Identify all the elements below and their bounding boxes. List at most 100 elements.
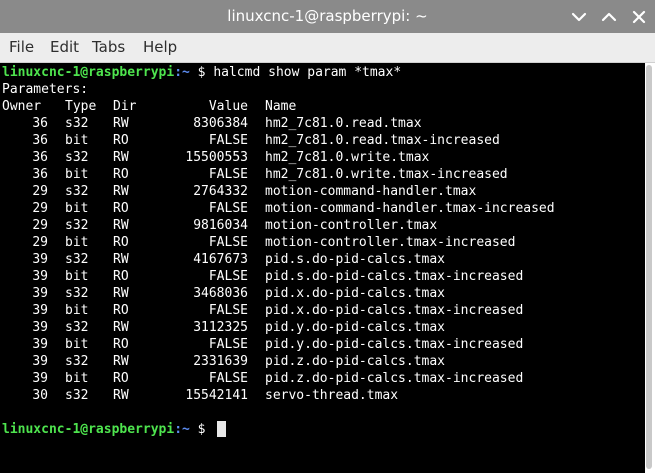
minimize-button[interactable] — [567, 5, 591, 29]
header-owner: Owner — [2, 99, 42, 114]
cell-owner: 39 — [32, 269, 48, 284]
cell-type: s32 — [65, 286, 89, 301]
table-row: 29 s32 RW 2764332 motion-command-handler.tma… — [0, 183, 645, 200]
menu-help[interactable]: Help — [143, 33, 177, 63]
cell-type: s32 — [65, 252, 89, 267]
menu-bar: File Edit Tabs Help — [0, 33, 655, 63]
cell-value: FALSE — [208, 337, 248, 352]
cell-type: bit — [65, 133, 89, 148]
prompt-path: :~ — [174, 65, 190, 80]
cell-value: FALSE — [208, 167, 248, 182]
cell-owner: 39 — [32, 286, 48, 301]
cell-type: s32 — [65, 388, 89, 403]
table-row: 39 bit RO FALSE pid.x.do-pid-calcs.tmax-incr… — [0, 302, 645, 319]
cell-dir: RO — [113, 235, 129, 250]
cell-type: bit — [65, 235, 89, 250]
cell-dir: RW — [113, 320, 129, 335]
table-row: 36 s32 RW 15500553 hm2_7c81.0.write.tmax — [0, 149, 645, 166]
header-value: Value — [208, 99, 248, 114]
cell-owner: 39 — [32, 303, 48, 318]
cell-owner: 29 — [32, 201, 48, 216]
table-row: 39 bit RO FALSE pid.y.do-pid-calcs.tmax-incr… — [0, 336, 645, 353]
terminal-window: linuxcnc-1@raspberrypi: ~ File Edit Tabs… — [0, 0, 655, 473]
table-row: 36 bit RO FALSE hm2_7c81.0.write.tmax-increa… — [0, 166, 645, 183]
cell-name: pid.x.do-pid-calcs.tmax — [265, 286, 446, 301]
cell-value: 3112325 — [193, 320, 248, 335]
cell-dir: RO — [113, 133, 129, 148]
cell-name: motion-command-handler.tmax — [265, 184, 477, 199]
maximize-button[interactable] — [597, 5, 621, 29]
prompt-symbol: $ — [189, 65, 206, 80]
chevron-up-icon — [601, 12, 617, 22]
menu-edit[interactable]: Edit — [50, 33, 79, 63]
command-text: halcmd show param *tmax* — [205, 65, 402, 80]
cell-owner: 29 — [32, 218, 48, 233]
cell-value: FALSE — [208, 303, 248, 318]
title-bar[interactable]: linuxcnc-1@raspberrypi: ~ — [0, 0, 655, 33]
header-type: Type — [65, 99, 97, 114]
cell-name: pid.y.do-pid-calcs.tmax-increased — [265, 337, 524, 352]
cell-name: motion-controller.tmax-increased — [265, 235, 516, 250]
cell-name: hm2_7c81.0.write.tmax — [265, 150, 430, 165]
table-row: 39 s32 RW 3468036 pid.x.do-pid-calcs.tmax — [0, 285, 645, 302]
menu-tabs[interactable]: Tabs — [92, 33, 125, 63]
header-name: Name — [265, 99, 297, 114]
cell-value: FALSE — [208, 201, 248, 216]
cell-type: s32 — [65, 218, 89, 233]
cell-value: 4167673 — [193, 252, 248, 267]
cell-dir: RO — [113, 167, 129, 182]
cell-dir: RO — [113, 303, 129, 318]
scrollbar[interactable] — [645, 63, 655, 473]
scrollbar-thumb[interactable] — [646, 65, 652, 469]
cell-owner: 36 — [32, 150, 48, 165]
table-row: 29 s32 RW 9816034 motion-controller.tmax — [0, 217, 645, 234]
table-row: 29 bit RO FALSE motion-controller.tmax-incre… — [0, 234, 645, 251]
cell-value: 9816034 — [193, 218, 248, 233]
cell-dir: RW — [113, 252, 129, 267]
close-button[interactable] — [627, 5, 651, 29]
cell-owner: 39 — [32, 252, 48, 267]
cell-name: pid.z.do-pid-calcs.tmax-increased — [265, 371, 524, 386]
cell-value: 15542141 — [185, 388, 248, 403]
terminal-output[interactable]: linuxcnc-1@raspberrypi:~ $ halcmd show p… — [0, 63, 645, 473]
cell-name: hm2_7c81.0.read.tmax — [265, 116, 422, 131]
cell-owner: 39 — [32, 337, 48, 352]
table-row: 39 bit RO FALSE pid.s.do-pid-calcs.tmax-incr… — [0, 268, 645, 285]
cell-owner: 29 — [32, 235, 48, 250]
prompt-line: linuxcnc-1@raspberrypi:~ $ — [2, 421, 206, 438]
cell-type: s32 — [65, 184, 89, 199]
parameters-label: Parameters: — [2, 82, 89, 97]
cell-name: motion-controller.tmax — [265, 218, 438, 233]
cell-name: hm2_7c81.0.read.tmax-increased — [265, 133, 500, 148]
cell-value: 8306384 — [193, 116, 248, 131]
cell-name: servo-thread.tmax — [265, 388, 399, 403]
cell-owner: 39 — [32, 320, 48, 335]
cell-dir: RW — [113, 388, 129, 403]
cell-value: FALSE — [208, 133, 248, 148]
prompt-path: :~ — [174, 422, 190, 437]
cell-value: 2764332 — [193, 184, 248, 199]
table-row: 36 s32 RW 8306384 hm2_7c81.0.read.tmax — [0, 115, 645, 132]
cell-value: 15500553 — [185, 150, 248, 165]
cell-owner: 30 — [32, 388, 48, 403]
cell-name: pid.z.do-pid-calcs.tmax — [265, 354, 446, 369]
table-row: 29 bit RO FALSE motion-command-handler.tmax-… — [0, 200, 645, 217]
cell-value: FALSE — [208, 235, 248, 250]
cell-name: motion-command-handler.tmax-increased — [265, 201, 555, 216]
cell-owner: 39 — [32, 371, 48, 386]
cell-owner: 36 — [32, 133, 48, 148]
cell-name: hm2_7c81.0.write.tmax-increased — [265, 167, 508, 182]
cell-value: 3468036 — [193, 286, 248, 301]
cell-dir: RW — [113, 116, 129, 131]
table-header: Owner Type Dir Value Name — [0, 98, 645, 115]
menu-file[interactable]: File — [9, 33, 34, 63]
table-row: 39 s32 RW 4167673 pid.s.do-pid-calcs.tmax — [0, 251, 645, 268]
prompt-user-host: linuxcnc-1@raspberrypi — [2, 422, 175, 437]
prompt-symbol: $ — [189, 422, 206, 437]
chevron-down-icon — [571, 12, 587, 22]
cell-name: pid.s.do-pid-calcs.tmax-increased — [265, 269, 524, 284]
cell-name: pid.x.do-pid-calcs.tmax-increased — [265, 303, 524, 318]
table-row: 39 s32 RW 2331639 pid.z.do-pid-calcs.tmax — [0, 353, 645, 370]
cell-name: pid.y.do-pid-calcs.tmax — [265, 320, 446, 335]
cell-type: s32 — [65, 150, 89, 165]
